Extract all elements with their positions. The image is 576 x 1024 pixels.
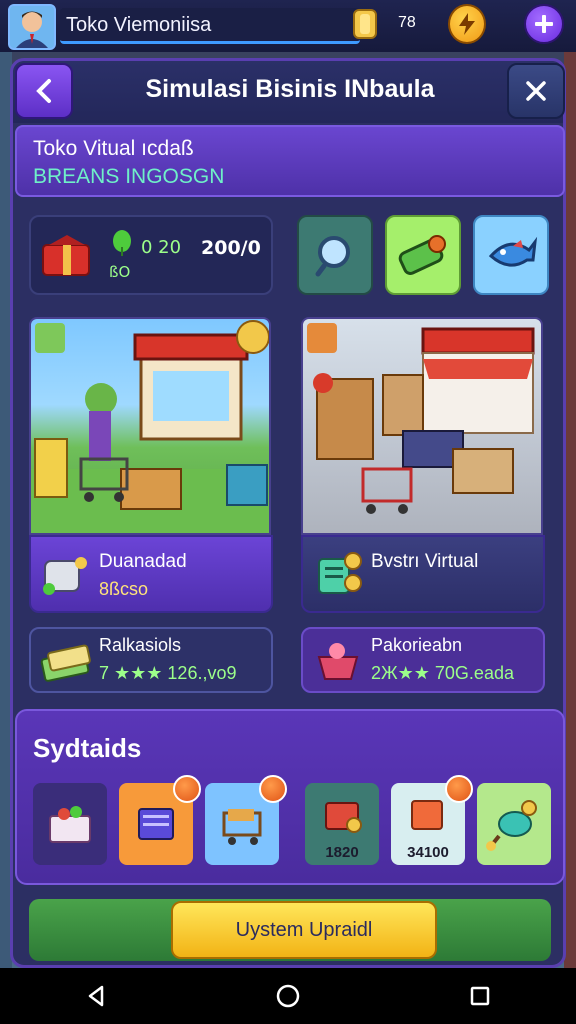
fish-icon (488, 236, 538, 267)
search-tool-button[interactable] (297, 215, 373, 295)
stat-card-orders[interactable]: Pakorieabn 2Ж★★ 70G.eada (301, 627, 545, 693)
business-simulation-panel: Simulasi Bisinis INbaula Toko Vitual ıcd… (10, 58, 566, 968)
store-stats: 0 20 200/0 ßO (29, 215, 273, 295)
upgrade-item-crate[interactable]: 1820 (305, 783, 379, 865)
upgrade-item-cart[interactable] (205, 775, 287, 865)
stat-card-value: 7 ★★★ 126.,vo9 (99, 663, 237, 683)
machine-icon (43, 557, 87, 595)
stat-card-value: 2Ж★★ 70G.eada (371, 663, 514, 683)
piggy-bank-icon (486, 800, 537, 851)
business-card-grocery[interactable]: Duanadad 8ßcso (29, 535, 273, 613)
nav-recents-button[interactable] (460, 976, 500, 1016)
upgrade-badge (445, 775, 473, 803)
recents-square-icon (470, 986, 490, 1006)
android-nav-bar (0, 968, 576, 1024)
coin-count: 78 (398, 14, 416, 31)
system-upgrade-button[interactable]: Uystem Upraidl (171, 901, 437, 959)
top-status-bar: Toko Viemoniisa 78 (0, 0, 576, 52)
avatar[interactable] (8, 4, 56, 50)
upgrade-item-display-shelf[interactable] (33, 783, 107, 865)
fish-tool-button[interactable] (473, 215, 549, 295)
upgrade-price: 1820 (325, 844, 359, 861)
upgrade-price: 34100 (407, 844, 449, 861)
panel-title: Simulasi Bisinis INbaula (145, 75, 435, 103)
add-button[interactable] (524, 4, 564, 44)
player-name-bar: Toko Viemoniisa (60, 8, 360, 44)
stat-card-sales[interactable]: Ralkasiols 7 ★★★ 126.,vo9 (29, 627, 273, 693)
shop-basket-icon (317, 643, 359, 680)
energy-button[interactable] (448, 4, 486, 44)
player-name: Toko Viemoniisa (66, 14, 212, 36)
cart-icon (222, 809, 262, 845)
upgrade-item-server[interactable] (119, 775, 201, 865)
footer-progress-bar: Uystem Upraidl (29, 899, 551, 961)
stat-value-c: ßO (109, 263, 131, 281)
grocery-shop-image[interactable] (29, 317, 271, 535)
business-subtitle: 8ßcso (99, 579, 149, 599)
upgrade-item-box[interactable]: 34100 (391, 775, 473, 865)
panel-header: Simulasi Bisinis INbaula (13, 61, 565, 123)
plus-icon (535, 15, 553, 33)
nav-back-button[interactable] (76, 976, 116, 1016)
back-triangle-icon (88, 985, 104, 1007)
leaf-icon (113, 230, 131, 256)
upgrades-section: Sydtaids 1820 34100 (15, 709, 565, 885)
cash-stack-icon (40, 644, 91, 682)
upgrade-badge (173, 775, 201, 803)
business-title: Bvstrı Virtual (371, 551, 479, 572)
home-circle-icon (276, 984, 300, 1008)
back-button[interactable] (15, 63, 73, 119)
store-name: Toko Vitual ıcdaß (33, 137, 194, 160)
close-button[interactable] (507, 63, 565, 119)
ledger-icon (318, 552, 362, 594)
chevron-left-icon (36, 79, 51, 103)
magnifier-icon (315, 236, 350, 277)
business-card-virtual[interactable]: Bvstrı Virtual (301, 535, 545, 613)
upgrade-badge (259, 775, 287, 803)
crate-icon (325, 802, 362, 833)
store-banner: Toko Vitual ıcdaß BREANS INGOSGN (15, 125, 565, 197)
store-subtitle: BREANS INGOSGN (33, 165, 225, 188)
nav-home-button[interactable] (268, 976, 308, 1016)
upgrade-item-piggy-bank[interactable] (477, 783, 551, 865)
box-icon (411, 800, 443, 830)
virtual-store-image[interactable] (301, 317, 543, 535)
server-icon (138, 808, 174, 840)
stat-value-a: 0 20 (141, 237, 182, 258)
shelf-icon (49, 806, 91, 843)
stat-card-title: Pakorieabn (371, 635, 463, 655)
upgrades-title: Sydtaids (33, 733, 142, 763)
close-icon (526, 81, 546, 101)
package-tool-button[interactable] (385, 215, 461, 295)
lightning-icon (459, 13, 475, 35)
coin-icon (350, 6, 382, 42)
package-icon (398, 235, 446, 275)
stat-card-title: Ralkasiols (99, 635, 182, 655)
business-title: Duanadad (99, 551, 187, 572)
stat-value-b: 200/0 (201, 237, 261, 259)
gift-box-icon (42, 235, 90, 276)
